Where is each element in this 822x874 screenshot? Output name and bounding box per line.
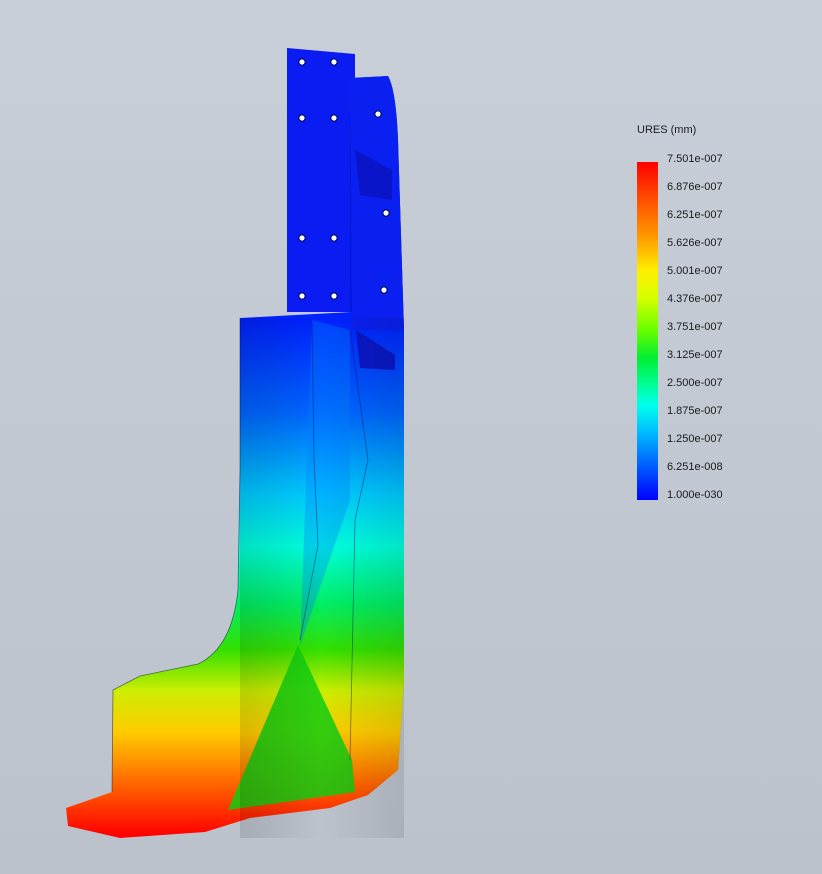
legend-label: 6.251e-008 <box>667 461 723 473</box>
legend-label: 2.500e-007 <box>667 377 723 389</box>
legend-title: URES (mm) <box>637 124 697 136</box>
legend-color-bar <box>637 162 658 500</box>
legend-label: 4.376e-007 <box>667 293 723 305</box>
results-legend: URES (mm) 7.501e-007 6.876e-007 6.251e-0… <box>636 124 766 514</box>
legend-label: 3.751e-007 <box>667 321 723 333</box>
legend-label: 6.251e-007 <box>667 209 723 221</box>
legend-label-max: 7.501e-007 <box>667 153 723 165</box>
legend-label: 1.875e-007 <box>667 405 723 417</box>
legend-label: 5.626e-007 <box>667 237 723 249</box>
graphics-viewport[interactable]: URES (mm) 7.501e-007 6.876e-007 6.251e-0… <box>0 0 822 874</box>
body-shading <box>240 318 404 838</box>
legend-label: 3.125e-007 <box>667 349 723 361</box>
legend-label: 6.876e-007 <box>667 181 723 193</box>
legend-label: 5.001e-007 <box>667 265 723 277</box>
upper-plate <box>287 48 355 312</box>
legend-label-min: 1.000e-030 <box>667 489 723 501</box>
legend-label: 1.250e-007 <box>667 433 723 445</box>
